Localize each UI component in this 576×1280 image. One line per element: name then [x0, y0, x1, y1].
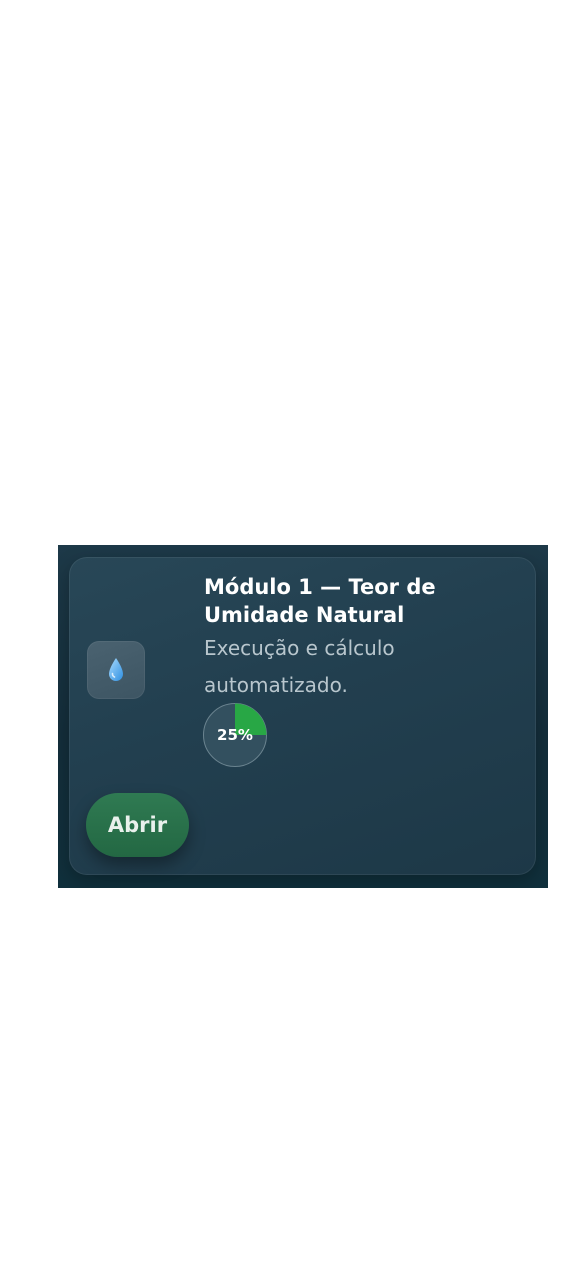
module-card: Módulo 1 — Teor de Umidade Natural Execu…	[69, 557, 536, 875]
module-panel: Módulo 1 — Teor de Umidade Natural Execu…	[58, 545, 548, 888]
open-button[interactable]: Abrir	[86, 793, 189, 857]
module-subtitle: Execução e cálculo automatizado.	[204, 636, 395, 697]
module-icon-tile	[87, 641, 145, 699]
progress-label: 25%	[217, 726, 253, 744]
module-title: Módulo 1 — Teor de Umidade Natural	[204, 575, 436, 627]
water-drop-icon	[107, 657, 125, 683]
progress-ring: 25%	[202, 702, 268, 768]
